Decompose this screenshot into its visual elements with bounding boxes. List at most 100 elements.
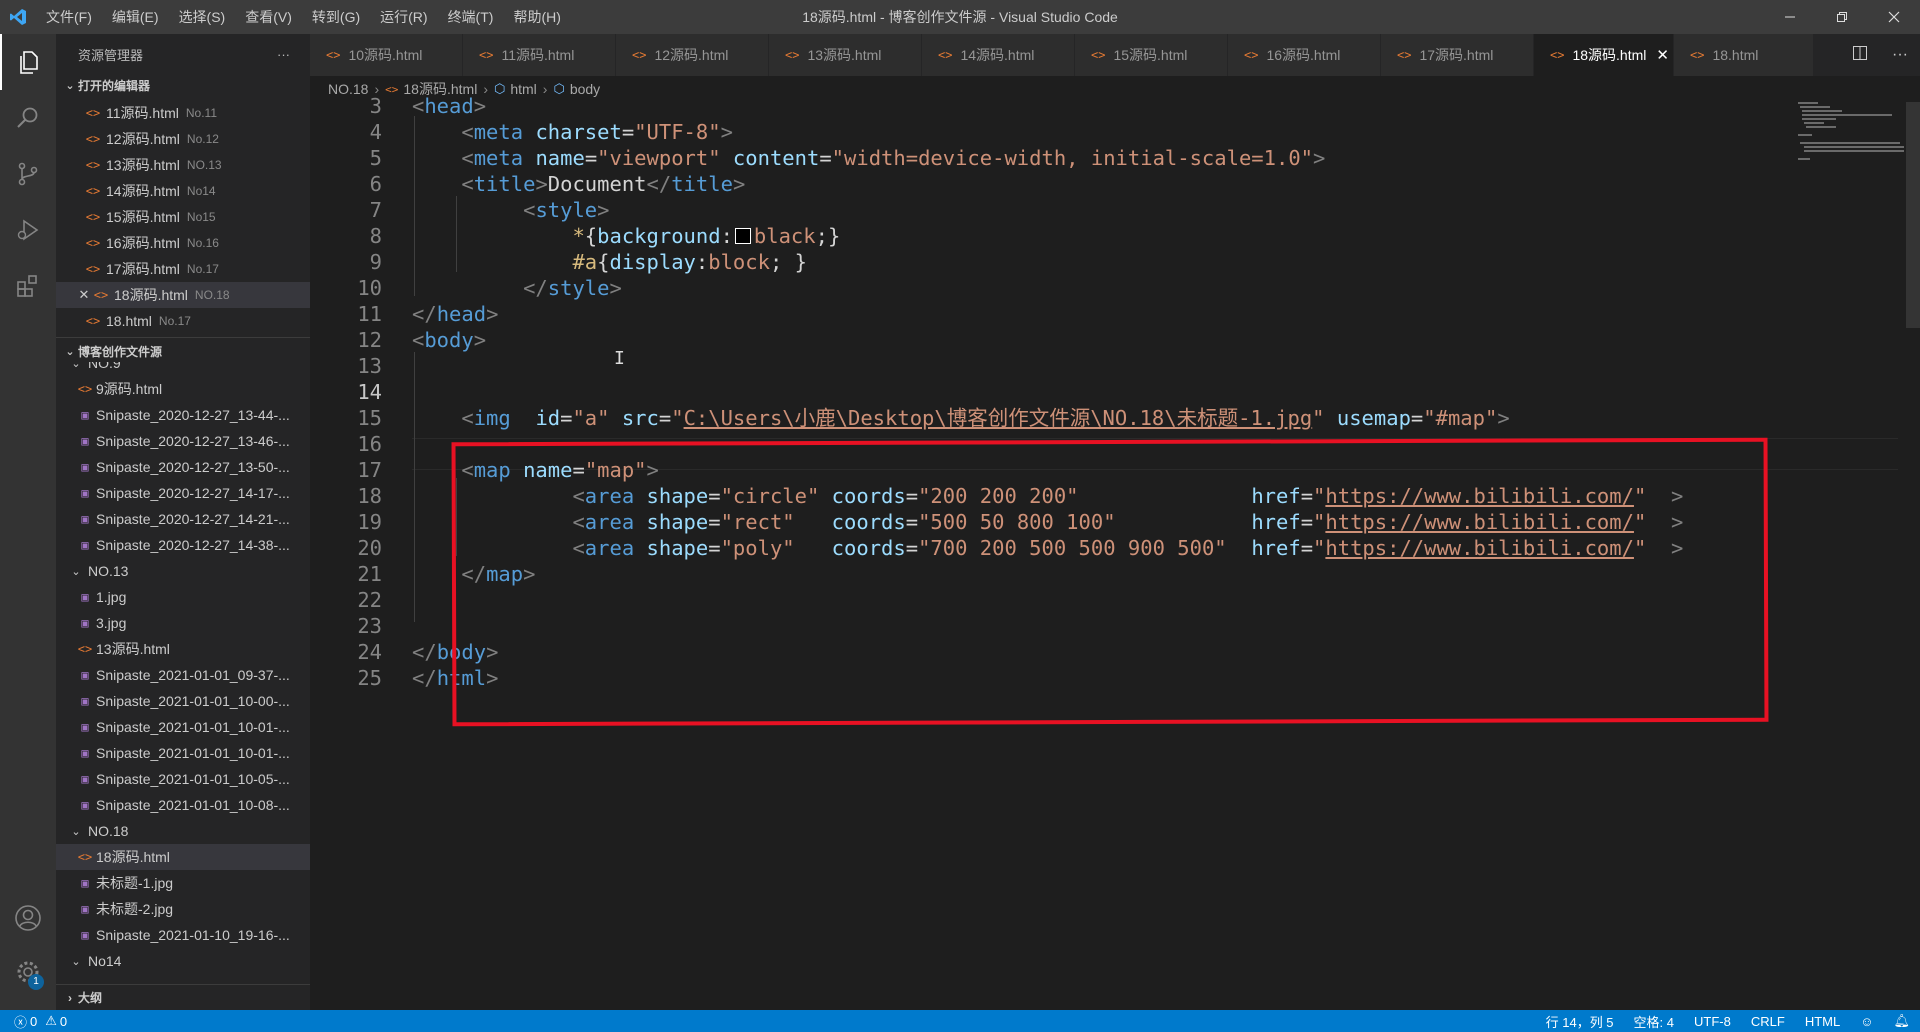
file-name: 3.jpg: [96, 615, 127, 631]
file-item[interactable]: ▣ Snipaste_2020-12-27_13-50-...: [56, 454, 310, 480]
menu-terminal[interactable]: 终端(T): [438, 0, 504, 34]
tab-label: 18.html: [1712, 47, 1759, 63]
tab-18-active[interactable]: <> 18源码.html ✕: [1534, 34, 1674, 76]
tab-label: 12源码.html: [654, 47, 729, 63]
file-item[interactable]: ▣ Snipaste_2021-01-10_19-16-...: [56, 922, 310, 948]
extensions-icon[interactable]: [0, 258, 56, 314]
image-path-link[interactable]: C:\Users\小鹿\Desktop\博客创作文件源\NO.18\未标题-1.…: [684, 406, 1313, 430]
file-name: 18源码.html: [96, 849, 170, 865]
file-item[interactable]: ▣ Snipaste_2021-01-01_10-01-...: [56, 740, 310, 766]
file-item[interactable]: ▣ Snipaste_2021-01-01_10-00-...: [56, 688, 310, 714]
tab-13[interactable]: <> 13源码.html: [769, 34, 922, 76]
tab-11[interactable]: <> 11源码.html: [463, 34, 616, 76]
vertical-scrollbar[interactable]: [1906, 102, 1920, 328]
close-tab-icon[interactable]: ✕: [1656, 46, 1669, 64]
problems-indicator[interactable]: ⓧ 0 ⚠ 0: [0, 1012, 67, 1031]
tab-15[interactable]: <> 15源码.html: [1075, 34, 1228, 76]
manage-gear-icon[interactable]: 1: [0, 944, 56, 1000]
restore-icon[interactable]: [1816, 0, 1868, 34]
source-control-icon[interactable]: [0, 146, 56, 202]
open-editor-item[interactable]: <> 16源码.html No.16: [56, 230, 310, 256]
html-file-icon: <>: [326, 48, 341, 62]
explorer-icon[interactable]: [0, 34, 56, 90]
file-item[interactable]: ▣ 1.jpg: [56, 584, 310, 610]
chevron-down-icon: ⌄: [71, 362, 81, 370]
file-item[interactable]: ▣ Snipaste_2020-12-27_13-46-...: [56, 428, 310, 454]
outline-header[interactable]: › 大纲: [56, 984, 310, 1010]
menu-selection[interactable]: 选择(S): [169, 0, 236, 34]
menu-file[interactable]: 文件(F): [36, 0, 102, 34]
menu-run[interactable]: 运行(R): [370, 0, 437, 34]
account-icon[interactable]: [0, 890, 56, 946]
image-file-icon: ▣: [81, 434, 89, 448]
indentation-setting[interactable]: 空格: 4: [1624, 1012, 1684, 1031]
language-mode[interactable]: HTML: [1795, 1014, 1850, 1029]
file-item[interactable]: ▣ 未标题-2.jpg: [56, 896, 310, 922]
more-actions-icon[interactable]: ···: [277, 47, 290, 62]
open-editor-item[interactable]: <> 15源码.html No15: [56, 204, 310, 230]
file-item[interactable]: ▣ Snipaste_2021-01-01_10-08-...: [56, 792, 310, 818]
more-actions-icon[interactable]: ···: [1892, 46, 1908, 64]
tab-18html[interactable]: <> 18.html: [1674, 34, 1814, 76]
file-item[interactable]: ▣ Snipaste_2021-01-01_10-01-...: [56, 714, 310, 740]
file-item[interactable]: ▣ Snipaste_2020-12-27_13-44-...: [56, 402, 310, 428]
image-file-icon: ▣: [81, 460, 89, 474]
minimize-icon[interactable]: [1764, 0, 1816, 34]
tab-17[interactable]: <> 17源码.html: [1381, 34, 1534, 76]
minimap[interactable]: [1798, 102, 1906, 162]
menu-view[interactable]: 查看(V): [235, 0, 302, 34]
explorer-sidebar: 资源管理器 ··· ⌄ 打开的编辑器 <> 11源码.html No.11 <> 12源…: [56, 34, 310, 1010]
folder-no13[interactable]: ⌄ NO.13: [56, 558, 310, 584]
eol-selector[interactable]: CRLF: [1741, 1014, 1795, 1029]
open-editor-item[interactable]: <> 11源码.html No.11: [56, 100, 310, 126]
open-editor-item[interactable]: <> 18.html No.17: [56, 308, 310, 334]
notifications-bell-icon[interactable]: 🔔︎: [1883, 1013, 1920, 1029]
folder-row-partial[interactable]: ⌄ NO.9: [56, 362, 310, 376]
folder-no18[interactable]: ⌄ NO.18: [56, 818, 310, 844]
tab-16[interactable]: <> 16源码.html: [1228, 34, 1381, 76]
open-editor-item[interactable]: <> 12源码.html No.12: [56, 126, 310, 152]
tab-14[interactable]: <> 14源码.html: [922, 34, 1075, 76]
file-item-active[interactable]: <> 18源码.html: [56, 844, 310, 870]
chevron-down-icon: ⌄: [71, 825, 81, 838]
open-editor-item[interactable]: <> 13源码.html NO.13: [56, 152, 310, 178]
split-editor-icon[interactable]: [1852, 45, 1868, 66]
file-item[interactable]: <> 13源码.html: [56, 636, 310, 662]
close-editor-icon[interactable]: ✕: [76, 287, 92, 303]
code-token: body: [424, 328, 474, 352]
tab-10[interactable]: <> 10源码.html: [310, 34, 463, 76]
image-file-icon: ▣: [81, 668, 89, 682]
file-item[interactable]: ▣ 未标题-1.jpg: [56, 870, 310, 896]
file-item[interactable]: ▣ Snipaste_2021-01-01_10-05-...: [56, 766, 310, 792]
open-editor-item[interactable]: <> 17源码.html No.17: [56, 256, 310, 282]
breadcrumb-element-html[interactable]: html: [510, 81, 536, 97]
file-item[interactable]: ▣ 3.jpg: [56, 610, 310, 636]
menu-go[interactable]: 转到(G): [302, 0, 370, 34]
cursor-position[interactable]: 行 14，列 5: [1536, 1012, 1624, 1031]
feedback-icon[interactable]: ☺: [1850, 1014, 1883, 1029]
file-name: Snipaste_2020-12-27_14-38-...: [96, 537, 290, 553]
tab-12[interactable]: <> 12源码.html: [616, 34, 769, 76]
close-window-icon[interactable]: [1868, 0, 1920, 34]
folder-name: No14: [88, 953, 122, 969]
file-item[interactable]: ▣ Snipaste_2020-12-27_14-38-...: [56, 532, 310, 558]
file-name: 17源码.html: [106, 261, 180, 277]
breadcrumb-element-body[interactable]: body: [570, 81, 600, 97]
file-item[interactable]: ▣ Snipaste_2020-12-27_14-17-...: [56, 480, 310, 506]
file-item[interactable]: <> 9源码.html: [56, 376, 310, 402]
encoding-selector[interactable]: UTF-8: [1684, 1014, 1741, 1029]
color-swatch-icon[interactable]: [734, 228, 751, 244]
run-debug-icon[interactable]: [0, 202, 56, 258]
folder-no9[interactable]: ⌄ NO.9: [56, 362, 120, 376]
menu-edit[interactable]: 编辑(E): [102, 0, 169, 34]
file-item[interactable]: ▣ Snipaste_2021-01-01_09-37-...: [56, 662, 310, 688]
file-item[interactable]: ▣ Snipaste_2020-12-27_14-21-...: [56, 506, 310, 532]
menu-help[interactable]: 帮助(H): [503, 0, 570, 34]
folder-no14[interactable]: ⌄ No14: [56, 948, 310, 974]
workspace-header[interactable]: ⌄ 博客创作文件源: [56, 340, 310, 362]
open-editor-item-active[interactable]: ✕ <> 18源码.html NO.18: [56, 282, 310, 308]
open-editors-header[interactable]: ⌄ 打开的编辑器: [56, 74, 310, 96]
search-icon[interactable]: [0, 90, 56, 146]
code-token: style: [547, 276, 610, 300]
open-editor-item[interactable]: <> 14源码.html No14: [56, 178, 310, 204]
